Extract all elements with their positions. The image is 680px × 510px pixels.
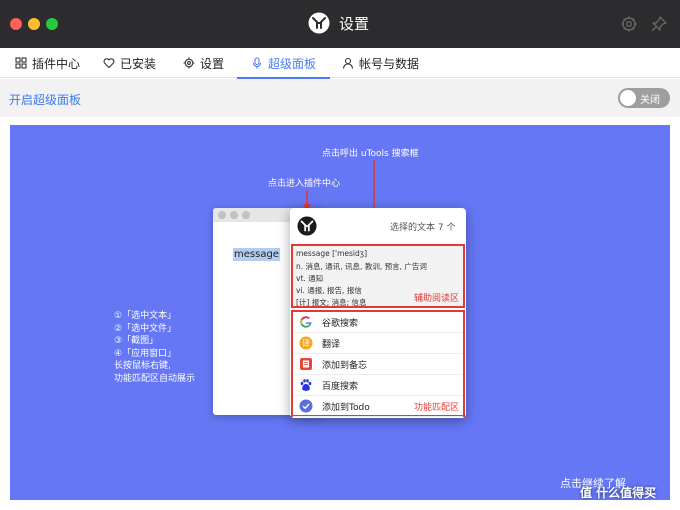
reading-line: vi. 通报, 报告, 报信 — [296, 286, 362, 295]
trigger-step: ②「选中文件」 — [114, 323, 177, 334]
toggle-state-label: 关闭 — [640, 95, 660, 106]
tab-label: 帐号与数据 — [359, 56, 420, 71]
super-panel-demo[interactable]: 点击呼出 uTools 搜索框 点击进入插件中心 message 选择的文本 7… — [10, 125, 670, 500]
match-item-label: 谷歌搜索 — [322, 318, 359, 329]
sample-window-dot — [242, 211, 250, 219]
super-panel-popup: 选择的文本 7 个 message ['mesidʒ] n. 消息, 通讯, 讯… — [290, 208, 466, 418]
toggle-knob — [620, 90, 636, 106]
function-match-area: 谷歌搜索 译 翻译 添加到备忘 百度搜索 添加到Todo 功能匹配区 — [291, 310, 465, 417]
svg-text:译: 译 — [302, 339, 310, 348]
pin-icon[interactable] — [650, 15, 668, 33]
match-item-add-memo[interactable]: 添加到备忘 — [293, 354, 463, 375]
tab-account-data[interactable]: 帐号与数据 — [342, 48, 419, 78]
translate-icon: 译 — [299, 336, 313, 350]
reading-line: [计] 报文; 消息; 信息 — [296, 298, 367, 307]
minimize-window-button[interactable] — [28, 18, 40, 30]
tab-bar: 插件中心 已安装 设置 超级面板 帐号与数据 — [0, 48, 680, 79]
site-watermark: 值 什么值得买 — [580, 486, 657, 500]
match-item-label: 百度搜索 — [322, 381, 359, 392]
settings-gear-icon[interactable] — [620, 15, 638, 33]
title-bar: 设置 — [0, 0, 680, 48]
tab-label: 超级面板 — [268, 56, 317, 71]
gear-icon — [183, 57, 195, 69]
reading-line: message ['mesidʒ] — [296, 249, 368, 258]
trigger-step: ④「应用窗口」 — [114, 348, 177, 359]
tab-settings[interactable]: 设置 — [183, 48, 224, 78]
match-item-translate[interactable]: 译 翻译 — [293, 333, 463, 354]
memo-icon — [300, 358, 312, 370]
utools-logo-icon[interactable] — [297, 216, 317, 236]
tab-installed[interactable]: 已安装 — [103, 48, 156, 78]
match-area-label: 功能匹配区 — [413, 403, 459, 413]
tab-label: 已安装 — [120, 56, 157, 71]
close-window-button[interactable] — [10, 18, 22, 30]
trigger-step: ①「选中文本」 — [114, 311, 177, 321]
tab-super-panel[interactable]: 超级面板 — [236, 48, 331, 79]
tab-label: 设置 — [200, 56, 225, 71]
match-item-google-search[interactable]: 谷歌搜索 — [293, 312, 463, 333]
user-icon — [342, 57, 354, 69]
window-title-group: 设置 — [308, 12, 369, 34]
zoom-window-button[interactable] — [46, 18, 58, 30]
match-item-label: 添加到备忘 — [322, 360, 368, 371]
trigger-step: ③「截图」 — [114, 336, 159, 346]
tab-label: 插件中心 — [32, 56, 81, 71]
reading-line: n. 消息, 通讯, 讯息, 教训, 预言, 广告词 — [296, 262, 427, 271]
sample-window-dot — [218, 211, 226, 219]
assisted-reading-area: message ['mesidʒ] n. 消息, 通讯, 讯息, 教训, 预言,… — [291, 244, 465, 308]
annotation-plugin-center: 点击进入插件中心 — [268, 179, 341, 189]
todo-icon — [299, 399, 313, 413]
heart-icon — [103, 58, 115, 69]
baidu-icon — [300, 379, 312, 391]
grid-icon — [15, 57, 27, 69]
selected-text-count[interactable]: 选择的文本 7 个 — [390, 220, 455, 233]
annotation-search-box: 点击呼出 uTools 搜索框 — [322, 149, 419, 159]
reading-line: vt. 通知 — [296, 274, 324, 283]
trigger-step: 功能匹配区自动展示 — [114, 373, 196, 384]
super-panel-toolbar: 开启超级面板 关闭 — [0, 79, 680, 117]
super-panel-header: 选择的文本 7 个 — [290, 208, 466, 243]
selected-sample-word: message — [233, 248, 280, 261]
enable-super-panel-label: 开启超级面板 — [9, 93, 82, 107]
reading-area-label: 辅助阅读区 — [413, 294, 459, 304]
sample-window-dot — [230, 211, 238, 219]
trigger-steps: ①「选中文本」 ②「选中文件」 ③「截图」 ④「应用窗口」 长按鼠标右键, 功能… — [114, 310, 195, 385]
mic-icon — [252, 57, 262, 69]
super-panel-toggle[interactable]: 关闭 — [618, 88, 670, 108]
match-item-label: 翻译 — [322, 339, 341, 350]
match-item-label: 添加到Todo — [322, 402, 370, 413]
trigger-step: 长按鼠标右键, — [114, 361, 171, 371]
google-icon — [300, 316, 312, 328]
tab-plugin-center[interactable]: 插件中心 — [15, 48, 80, 78]
match-item-baidu-search[interactable]: 百度搜索 — [293, 375, 463, 396]
utools-logo-icon — [308, 12, 330, 34]
window-title: 设置 — [339, 14, 370, 33]
